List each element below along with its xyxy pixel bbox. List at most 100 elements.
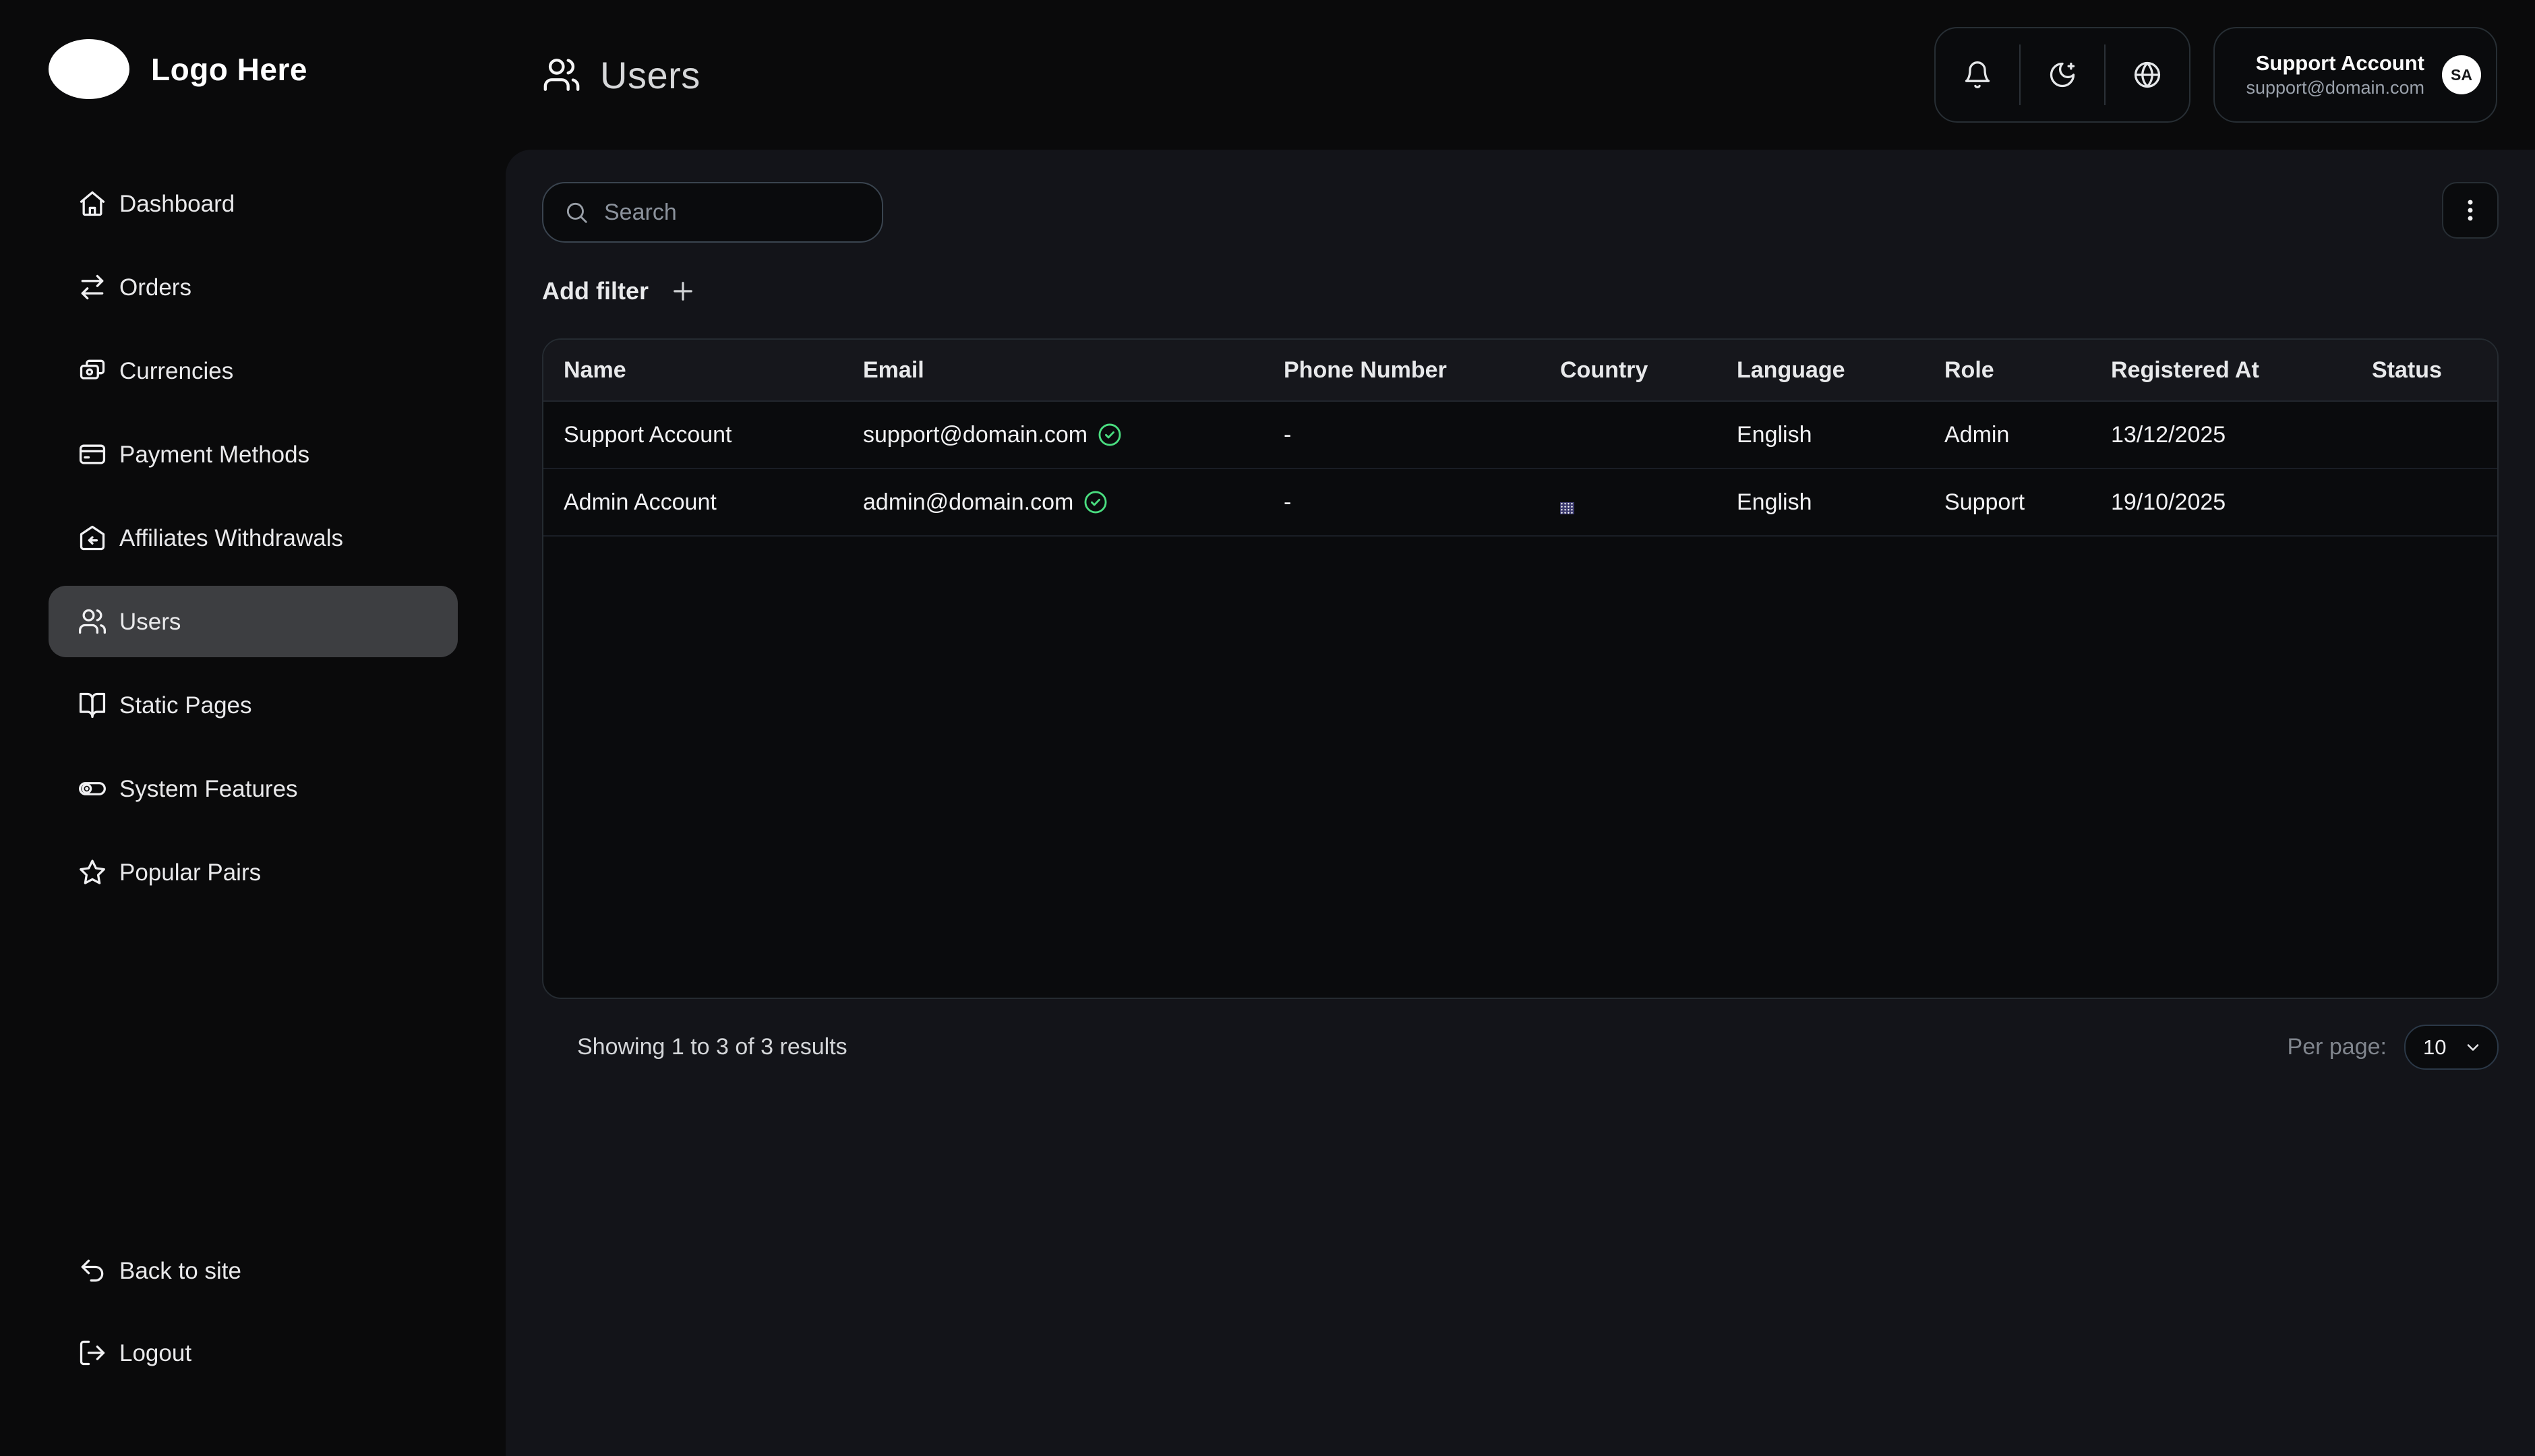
logo-text: Logo Here — [151, 51, 307, 88]
sidebar-item-system-features[interactable]: System Features — [49, 753, 458, 824]
plus-icon — [669, 277, 697, 305]
column-header-name: Name — [564, 357, 863, 384]
sidebar-item-users[interactable]: Users — [49, 586, 458, 657]
cell-registered-at: 13/12/2025 — [2111, 422, 2372, 448]
column-header-country: Country — [1560, 357, 1737, 384]
avatar: SA — [2442, 55, 2481, 94]
moon-star-icon — [2048, 60, 2077, 90]
email-verified-icon — [1097, 422, 1123, 448]
theme-toggle-button[interactable] — [2021, 28, 2104, 121]
cell-role: Support — [1944, 489, 2111, 516]
sidebar: Logo Here Dashboard Orders Currencies Pa… — [0, 0, 506, 1456]
chevron-down-icon — [2464, 1038, 2482, 1057]
sidebar-item-label: System Features — [119, 777, 298, 801]
per-page-label: Per page: — [2288, 1034, 2387, 1060]
home-icon — [78, 189, 107, 218]
cell-email: support@domain.com — [863, 422, 1284, 448]
search-icon — [564, 200, 589, 225]
notifications-button[interactable] — [1936, 28, 2019, 121]
sidebar-item-label: Currencies — [119, 359, 233, 383]
header-icon-panel — [1934, 27, 2190, 123]
logout-icon — [78, 1338, 107, 1368]
table-body: Support Account support@domain.com - Eng… — [543, 402, 2497, 537]
sidebar-item-label: Popular Pairs — [119, 861, 261, 884]
account-email: support@domain.com — [2246, 77, 2424, 100]
column-header-role: Role — [1944, 357, 2111, 384]
cell-registered-at: 19/10/2025 — [2111, 489, 2372, 516]
cell-phone: - — [1284, 489, 1560, 516]
sidebar-footer-nav: Back to site Logout — [0, 1235, 506, 1389]
cell-name: Support Account — [564, 422, 863, 448]
page-title-text: Users — [600, 53, 700, 97]
results-summary: Showing 1 to 3 of 3 results — [577, 1034, 847, 1060]
undo-icon — [78, 1256, 107, 1285]
column-header-registered-at: Registered At — [2111, 357, 2372, 384]
table-row[interactable]: Support Account support@domain.com - Eng… — [543, 402, 2497, 469]
users-table-card: NameEmailPhone NumberCountryLanguageRole… — [542, 338, 2499, 999]
search-box — [542, 182, 883, 243]
sidebar-item-label: Logout — [119, 1341, 191, 1365]
sidebar-item-dashboard[interactable]: Dashboard — [49, 168, 458, 239]
users-icon — [78, 607, 107, 636]
admin-users-page: Logo Here Dashboard Orders Currencies Pa… — [0, 0, 2535, 1456]
per-page-select[interactable]: 10 — [2404, 1025, 2499, 1070]
sidebar-item-label: Dashboard — [119, 192, 235, 216]
header-actions: Support Account support@domain.com SA — [1934, 27, 2497, 123]
sidebar-item-back-to-site[interactable]: Back to site — [49, 1235, 458, 1306]
sidebar-item-popular-pairs[interactable]: Popular Pairs — [49, 837, 458, 908]
table-header-row: NameEmailPhone NumberCountryLanguageRole… — [543, 340, 2497, 402]
sidebar-nav: Dashboard Orders Currencies Payment Meth… — [0, 168, 506, 908]
cell-role: Admin — [1944, 422, 2111, 448]
star-icon — [78, 857, 107, 887]
brand: Logo Here — [0, 0, 506, 99]
account-text: Support Account support@domain.com — [2246, 51, 2424, 100]
table-options-button[interactable] — [2442, 182, 2499, 239]
sidebar-item-orders[interactable]: Orders — [49, 251, 458, 323]
page-title: Users — [542, 53, 700, 97]
language-button[interactable] — [2106, 28, 2189, 121]
column-header-status: Status — [2372, 357, 2497, 384]
sidebar-item-label: Payment Methods — [119, 443, 309, 466]
per-page-value: 10 — [2423, 1035, 2446, 1060]
sidebar-item-label: Back to site — [119, 1259, 241, 1283]
sidebar-item-label: Affiliates Withdrawals — [119, 526, 343, 550]
sidebar-item-logout[interactable]: Logout — [49, 1317, 458, 1389]
email-verified-icon — [1083, 489, 1108, 515]
logo-mark — [49, 39, 129, 99]
book-icon — [78, 690, 107, 720]
sidebar-item-label: Users — [119, 610, 181, 634]
cell-name: Admin Account — [564, 489, 863, 516]
sidebar-item-static-pages[interactable]: Static Pages — [49, 669, 458, 741]
table-footer: Showing 1 to 3 of 3 results Per page: 10 — [542, 1025, 2499, 1070]
sidebar-item-affiliates-withdrawals[interactable]: Affiliates Withdrawals — [49, 502, 458, 574]
sidebar-item-payment-methods[interactable]: Payment Methods — [49, 419, 458, 490]
add-filter-button[interactable]: Add filter — [542, 275, 2499, 307]
sidebar-item-label: Static Pages — [119, 694, 252, 717]
users-icon — [542, 55, 581, 94]
toggle-icon — [78, 774, 107, 803]
cell-language: English — [1737, 422, 1944, 448]
more-vertical-icon — [2455, 195, 2485, 225]
cell-language: English — [1737, 489, 1944, 516]
table-row[interactable]: Admin Account admin@domain.com - English… — [543, 469, 2497, 537]
per-page-control: Per page: 10 — [2288, 1025, 2499, 1070]
main-content: Add filter NameEmailPhone NumberCountryL… — [506, 150, 2535, 1456]
cell-email: admin@domain.com — [863, 489, 1284, 516]
sidebar-item-currencies[interactable]: Currencies — [49, 335, 458, 406]
globe-icon — [2133, 60, 2162, 90]
toolbar — [542, 182, 2499, 243]
arrows-icon — [78, 272, 107, 302]
column-header-phone-number: Phone Number — [1284, 357, 1560, 384]
cell-phone: - — [1284, 422, 1560, 448]
account-menu[interactable]: Support Account support@domain.com SA — [2213, 27, 2497, 123]
top-header: Users Support Account support@domai — [506, 0, 2535, 150]
column-header-language: Language — [1737, 357, 1944, 384]
card-icon — [78, 439, 107, 469]
currencies-icon — [78, 356, 107, 386]
account-name: Support Account — [2246, 51, 2424, 77]
search-input[interactable] — [604, 200, 903, 226]
add-filter-label: Add filter — [542, 277, 649, 305]
house-arrow-icon — [78, 523, 107, 553]
column-header-email: Email — [863, 357, 1284, 384]
bell-icon — [1963, 60, 1992, 90]
